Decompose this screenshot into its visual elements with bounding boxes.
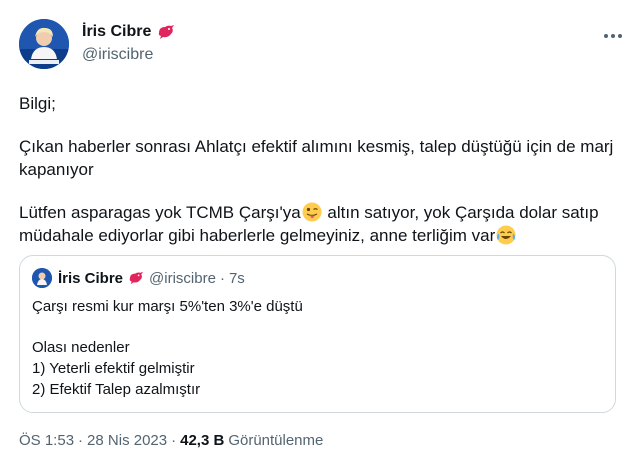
author-block: İris Cibre @iriscibre: [82, 21, 175, 64]
quoted-tweet[interactable]: İris Cibre @iriscibre · 7s Çarşı resmi k…: [19, 255, 616, 413]
red-bird-icon: [157, 24, 175, 40]
winking-face-with-tongue-icon: [302, 202, 322, 222]
tweet-paragraph-2: Çıkan haberler sonrası Ahlatçı efektif a…: [19, 137, 614, 179]
tweet-paragraph-3-start: Lütfen asparagas yok TCMB Çarşı'ya: [19, 203, 301, 222]
quoted-avatar: [32, 268, 52, 288]
quoted-display-name: İris Cibre: [58, 269, 124, 287]
quoted-line-1: Çarşı resmi kur marşı 5%'ten 3%'e düştü: [32, 298, 303, 315]
views-count[interactable]: 42,3 B: [180, 432, 224, 449]
quoted-line-4: 2) Efektif Talep azalmıştır: [32, 381, 201, 398]
tweet-paragraph-3: Lütfen asparagas yok TCMB Çarşı'ya altın…: [19, 201, 619, 247]
tweet-meta: ÖS 1:53 · 28 Nis 2023 · 42,3 B Görüntüle…: [19, 432, 323, 449]
tweet-text: Bilgi; Çıkan haberler sonrası Ahlatçı ef…: [19, 92, 619, 247]
meta-separator: ·: [171, 432, 177, 449]
tweet: İris Cibre @iriscibre Bilgi; Çıkan haber…: [0, 0, 635, 458]
author-display-name[interactable]: İris Cibre: [82, 23, 151, 41]
quoted-timestamp[interactable]: 7s: [229, 270, 245, 287]
face-with-tears-of-joy-icon: [496, 225, 516, 245]
meta-separator: ·: [78, 432, 84, 449]
red-bird-icon: [128, 271, 144, 285]
quoted-line-3: 1) Yeterli efektif gelmiştir: [32, 360, 195, 377]
quoted-tweet-text: Çarşı resmi kur marşı 5%'ten 3%'e düştü …: [32, 296, 602, 400]
author-handle[interactable]: @iriscibre: [82, 46, 175, 64]
avatar[interactable]: [19, 19, 69, 69]
tweet-line-1: Bilgi;: [19, 94, 56, 113]
views-label: Görüntülenme: [228, 432, 324, 449]
more-options-button[interactable]: [601, 26, 625, 46]
quoted-handle: @iriscibre: [149, 269, 216, 287]
author-row: İris Cibre: [82, 21, 175, 43]
quoted-line-2: Olası nedenler: [32, 339, 130, 356]
quoted-separator: ·: [219, 269, 225, 287]
tweet-time[interactable]: ÖS 1:53: [19, 432, 74, 449]
more-dots-icon: [604, 34, 622, 38]
quoted-tweet-header: İris Cibre @iriscibre · 7s: [32, 268, 245, 288]
tweet-date[interactable]: 28 Nis 2023: [87, 432, 167, 449]
